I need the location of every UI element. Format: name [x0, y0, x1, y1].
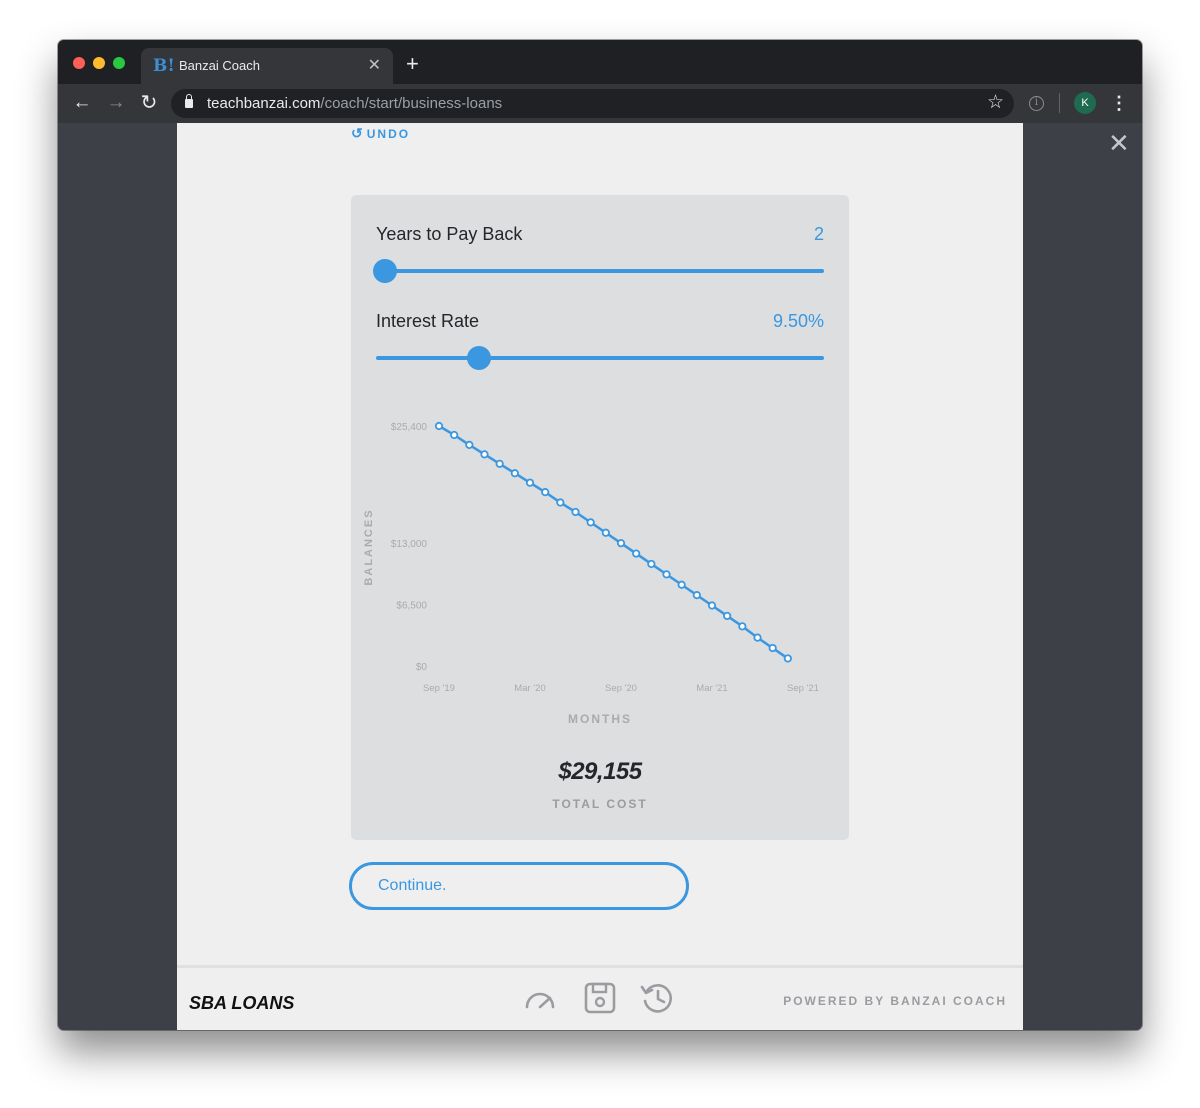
- info-icon[interactable]: i: [1029, 96, 1044, 111]
- back-icon[interactable]: ←: [71, 92, 93, 114]
- y-tick-label: $25,400: [391, 422, 428, 433]
- reload-icon[interactable]: ↻: [138, 92, 160, 114]
- data-point: [480, 450, 489, 459]
- close-window-button[interactable]: [73, 57, 85, 69]
- data-point: [783, 654, 792, 663]
- x-tick-label: Sep '20: [605, 683, 637, 694]
- browser-toolbar: ← → ↻ teachbanzai.com/coach/start/busine…: [58, 84, 1142, 123]
- banzai-favicon-icon: B!: [153, 56, 175, 76]
- data-point: [662, 570, 671, 579]
- data-point: [525, 478, 535, 487]
- close-icon[interactable]: ✕: [1108, 131, 1130, 157]
- data-point: [541, 488, 550, 497]
- browser-window: B! Banzai Coach ✕ + ← → ↻ teachbanzai.co…: [58, 40, 1142, 1030]
- url-path: /coach/start/business-loans: [320, 95, 503, 112]
- data-point: [450, 430, 459, 440]
- data-point: [495, 459, 504, 468]
- interest-rate-slider[interactable]: [376, 346, 824, 370]
- years-slider[interactable]: [372, 259, 824, 283]
- close-tab-icon[interactable]: ✕: [368, 57, 381, 75]
- forward-icon[interactable]: →: [105, 92, 127, 114]
- x-tick-label: Sep '21: [787, 683, 819, 694]
- interest-rate-slider-handle[interactable]: [467, 346, 492, 370]
- series-line: [438, 424, 789, 660]
- coach-panel: ↺ UNDO Years to Pay Back 2 Interest Rate …: [177, 123, 1023, 1030]
- data-point: [692, 591, 701, 600]
- interest-rate-label: Interest Rate: [376, 311, 480, 331]
- data-point: [707, 601, 717, 610]
- brand-logo: SBA LOANS: [189, 993, 295, 1013]
- profile-avatar[interactable]: K: [1074, 92, 1096, 114]
- save-icon[interactable]: [583, 981, 617, 1015]
- tab-title: Banzai Coach: [179, 58, 260, 73]
- tab-strip: B! Banzai Coach ✕ +: [58, 40, 1142, 84]
- powered-by-text: POWERED BY BANZAI COACH: [783, 994, 1007, 1008]
- data-point: [753, 633, 762, 642]
- undo-label: UNDO: [366, 127, 411, 141]
- page-viewport: ✕ ↺ UNDO Years to Pay Back 2 Interest Rat…: [58, 123, 1142, 1030]
- years-value: 2: [813, 224, 824, 244]
- y-tick-label: $6,500: [396, 601, 427, 612]
- data-point: [465, 440, 474, 449]
- data-point: [677, 580, 686, 589]
- data-point: [586, 518, 595, 527]
- total-cost-value: $29,155: [558, 758, 642, 785]
- years-slider-handle[interactable]: [372, 259, 397, 283]
- y-tick-label: $0: [416, 662, 428, 673]
- data-point: [616, 539, 626, 548]
- minimize-window-button[interactable]: [93, 57, 105, 69]
- data-point: [571, 507, 580, 517]
- loan-calculator-card: Years to Pay Back 2 Interest Rate 9.50% …: [351, 195, 849, 840]
- continue-button[interactable]: Continue.: [349, 862, 689, 910]
- interest-rate-value: 9.50%: [772, 311, 824, 331]
- address-bar[interactable]: teachbanzai.com/coach/start/business-loa…: [171, 89, 1014, 118]
- total-cost-label: TOTAL COST: [552, 797, 648, 811]
- speedometer-icon[interactable]: [523, 981, 557, 1015]
- x-axis-label: MONTHS: [568, 712, 632, 726]
- data-point: [434, 421, 444, 431]
- years-label: Years to Pay Back: [376, 224, 523, 244]
- history-icon[interactable]: [639, 981, 675, 1015]
- new-tab-icon[interactable]: +: [406, 53, 419, 75]
- data-point: [768, 643, 777, 653]
- data-point: [556, 498, 565, 507]
- data-point: [510, 469, 519, 478]
- data-point: [632, 549, 641, 558]
- data-point: [601, 528, 610, 537]
- data-point: [723, 611, 732, 621]
- y-axis-label: BALANCES: [363, 508, 375, 585]
- x-tick-label: Mar '20: [514, 683, 545, 694]
- lock-icon[interactable]: [185, 94, 193, 108]
- url-host: teachbanzai.com: [207, 95, 321, 112]
- zoom-window-button[interactable]: [113, 57, 125, 69]
- toolbar-divider: [1059, 93, 1060, 113]
- undo-icon: ↺: [351, 125, 363, 141]
- data-point: [647, 559, 656, 569]
- more-menu-icon[interactable]: ⋮: [1110, 93, 1128, 113]
- x-tick-label: Mar '21: [696, 683, 727, 694]
- y-tick-label: $13,000: [391, 539, 428, 550]
- data-point: [738, 622, 747, 631]
- x-tick-label: Sep '19: [423, 683, 455, 694]
- footer-bar: SBA LOANS POWERED BY BANZAI COACH: [177, 965, 1023, 1030]
- bookmark-star-icon[interactable]: ☆: [987, 92, 1004, 114]
- balance-chart: $25,400 $13,000 $6,500 $0 Sep '19 Mar '20 Sep …: [363, 421, 819, 726]
- url-text[interactable]: teachbanzai.com/coach/start/business-loa…: [207, 95, 502, 112]
- undo-button[interactable]: ↺ UNDO: [351, 126, 410, 142]
- browser-tab[interactable]: B! Banzai Coach ✕: [141, 48, 393, 84]
